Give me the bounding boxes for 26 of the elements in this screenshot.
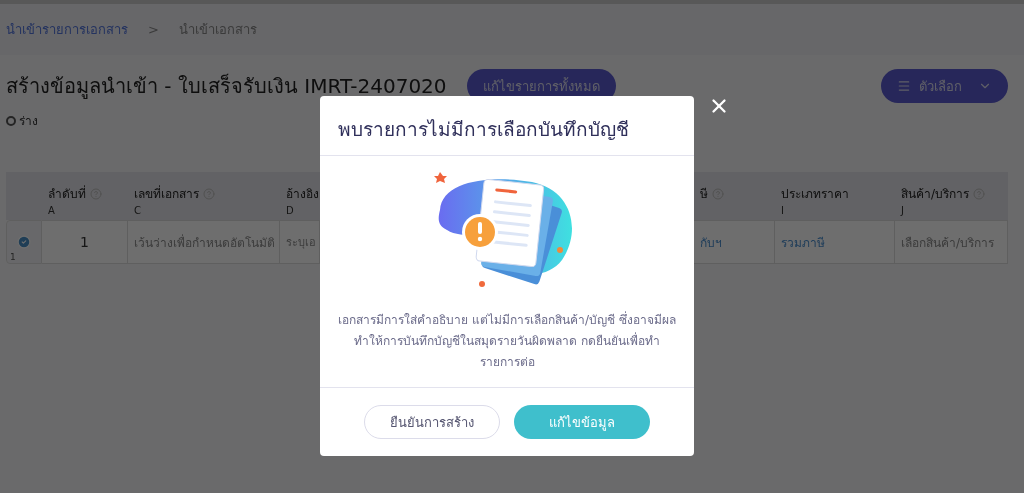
column-letter: C: [134, 205, 142, 216]
edit-data-button[interactable]: แก้ไขข้อมูล: [514, 405, 650, 439]
column-title: สินค้า/บริการ: [901, 186, 970, 203]
table-cell: รวมภาษี: [775, 220, 895, 264]
column-title: ษี: [700, 186, 708, 203]
confirm-create-button[interactable]: ยืนยันการสร้าง: [364, 405, 500, 439]
column-title: ลำดับที่: [48, 184, 86, 203]
column-letter: I: [781, 205, 785, 216]
row-selector[interactable]: 1: [6, 220, 42, 264]
row-number: 1: [10, 252, 16, 262]
check-icon[interactable]: [17, 235, 31, 249]
breadcrumb-separator: >: [148, 22, 159, 37]
column-title: อ้างอิง: [286, 186, 319, 203]
column-letter: D: [286, 205, 295, 216]
column-title: ประเภทราคา: [781, 186, 849, 203]
status-label: ร่าง: [19, 113, 38, 130]
column-letter: J: [901, 205, 905, 216]
menu-icon: [897, 79, 911, 93]
table-cell: 1: [42, 220, 128, 264]
dialog-title: พบรายการไม่มีการเลือกบันทึกบัญชี: [320, 96, 694, 156]
breadcrumb-item[interactable]: นำเข้ารายการเอกสาร: [6, 19, 128, 40]
column-title: เลขที่เอกสาร: [134, 184, 199, 203]
dialog-message: เอกสารมีการใส่คำอธิบาย แต่ไม่มีการเลือกสินค้า/บัญชี ซึ่งอาจมีผลทำให้การบันทึกบัญชีในสมุดรายวันผิดพลาด กดยืนยันเพื่อทำรายการต่อ: [337, 310, 677, 371]
column-letter: A: [48, 205, 56, 216]
status-ring-icon: [6, 115, 16, 126]
table-cell: กับฯ: [694, 220, 775, 264]
